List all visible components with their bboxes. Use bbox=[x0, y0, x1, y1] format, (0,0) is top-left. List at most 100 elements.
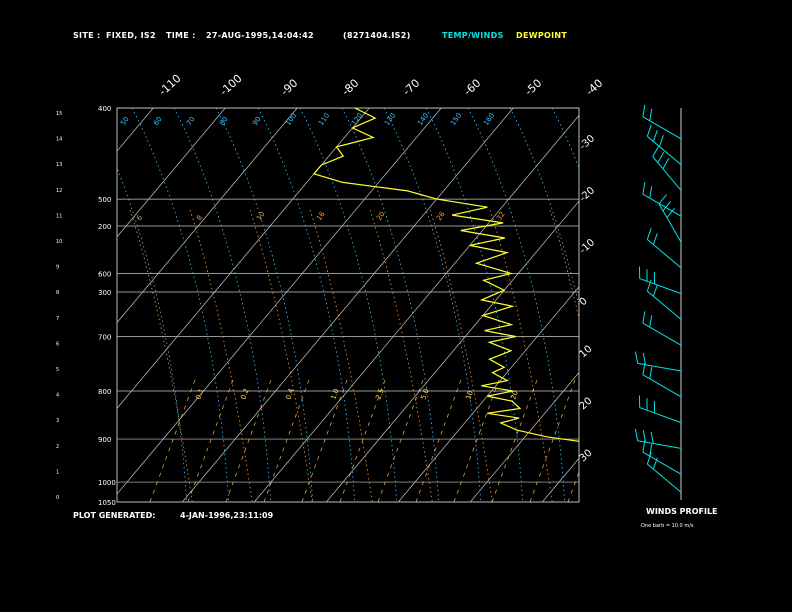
isotherm-line bbox=[0, 108, 81, 502]
skew-t-chart: 4005006007008009001000105020030015141312… bbox=[0, 72, 792, 507]
dry-adiabat-label: 150 bbox=[449, 112, 463, 128]
dry-adiabat-label: 50 bbox=[119, 115, 131, 127]
wind-barb-feather bbox=[662, 158, 670, 170]
mixing-ratio-label: 1.0 bbox=[329, 387, 340, 400]
dry-adiabat-line bbox=[594, 108, 691, 502]
pressure-tick-label: 200 bbox=[98, 223, 111, 231]
height-tick-label: 5 bbox=[56, 367, 59, 373]
pressure-tick-label: 900 bbox=[98, 436, 111, 444]
height-tick-label: 6 bbox=[56, 341, 59, 347]
mixing-ratio-label: 2.5 bbox=[374, 387, 385, 400]
height-tick-label: 3 bbox=[56, 418, 59, 424]
isotherm-line bbox=[117, 108, 154, 152]
pressure-tick-label: 800 bbox=[98, 388, 111, 396]
dry-adiabat-label: 110 bbox=[317, 112, 331, 128]
dry-adiabat-line bbox=[341, 108, 440, 502]
wind-barb-feather bbox=[649, 108, 653, 121]
dry-adiabat-label: 60 bbox=[152, 115, 164, 127]
wind-barb-feather bbox=[646, 452, 652, 465]
isotherm-line bbox=[542, 457, 579, 502]
isotherm-line bbox=[686, 108, 792, 502]
isotherm-top-label: -70 bbox=[400, 77, 422, 99]
moist-adiabat-label: 16 bbox=[315, 210, 327, 222]
moist-adiabat-line bbox=[249, 209, 313, 502]
isotherm-top-label: -50 bbox=[522, 77, 544, 99]
isotherm-line bbox=[117, 108, 298, 324]
dry-adiabat-label: 80 bbox=[218, 115, 230, 127]
plot-generated-label: PLOT GENERATED: bbox=[73, 511, 156, 520]
wind-barb-feather bbox=[649, 315, 653, 328]
isotherm-right-label: 20 bbox=[578, 396, 595, 413]
moist-adiabat-label: 32 bbox=[495, 210, 507, 222]
wind-barb-feather bbox=[642, 311, 646, 324]
dry-adiabat-line bbox=[257, 108, 356, 502]
isotherm-line bbox=[182, 108, 514, 502]
mixing-ratio-line bbox=[301, 379, 348, 502]
dry-adiabat-label: 130 bbox=[383, 112, 397, 128]
height-tick-label: 8 bbox=[56, 290, 59, 296]
wind-barb-feather bbox=[650, 431, 654, 444]
dry-adiabat-line bbox=[551, 108, 579, 169]
dewpoint-line bbox=[312, 108, 579, 443]
wind-barb bbox=[642, 451, 682, 475]
plot-generated-value: 4-JAN-1996,23:11:09 bbox=[180, 511, 274, 520]
temperature-line bbox=[681, 108, 700, 482]
isotherm-line bbox=[117, 108, 226, 238]
wind-barb bbox=[639, 407, 682, 424]
wind-barb-feather bbox=[658, 194, 667, 205]
isotherm-right-label: 10 bbox=[578, 344, 595, 361]
dry-adiabat-label: 140 bbox=[416, 112, 430, 128]
wind-barb bbox=[642, 374, 682, 398]
height-tick-label: 13 bbox=[56, 162, 62, 168]
wind-barb-feather bbox=[657, 152, 665, 164]
dry-adiabat-label: 90 bbox=[251, 115, 263, 127]
dry-adiabat-line bbox=[509, 108, 579, 308]
wind-barb bbox=[646, 290, 682, 320]
mixing-ratio-label: 0.1 bbox=[194, 387, 205, 400]
wind-barb-feather bbox=[658, 135, 664, 147]
pressure-tick-label: 400 bbox=[98, 105, 111, 113]
dry-adiabat-line bbox=[383, 108, 482, 502]
dry-adiabat-line bbox=[173, 108, 272, 502]
isotherm-line bbox=[758, 108, 792, 502]
dry-adiabat-label: 70 bbox=[185, 115, 197, 127]
wind-barb bbox=[639, 278, 682, 295]
isotherm-top-label: -60 bbox=[461, 77, 483, 99]
height-tick-label: 14 bbox=[56, 137, 62, 143]
wind-barb bbox=[646, 135, 682, 165]
moist-adiabat-label: 10 bbox=[255, 210, 267, 222]
isotherm-top-label: -40 bbox=[583, 77, 605, 99]
wind-barb-feather bbox=[652, 129, 658, 142]
dry-adiabat-line bbox=[467, 108, 566, 502]
isotherm-line bbox=[398, 286, 579, 502]
wind-barb-feather bbox=[646, 228, 652, 240]
mixing-ratio-line bbox=[225, 379, 272, 502]
wind-barb-feather bbox=[649, 366, 653, 379]
wind-barb-feather bbox=[649, 186, 653, 199]
isotherm-line bbox=[614, 108, 792, 502]
wind-barb-feather bbox=[652, 233, 658, 245]
wind-barb-feather bbox=[634, 351, 639, 364]
wind-barb-feather bbox=[652, 284, 658, 297]
wind-barb bbox=[642, 116, 682, 140]
isotherm-top-label: -110 bbox=[156, 72, 183, 98]
moist-adiabat-label: 6 bbox=[135, 213, 144, 222]
mixing-ratio-line bbox=[529, 379, 576, 502]
moist-adiabat-line bbox=[429, 209, 493, 502]
mixing-ratio-label: 0.4 bbox=[284, 387, 296, 401]
dry-adiabat-label: 120 bbox=[350, 112, 364, 128]
dry-adiabat-label: 160 bbox=[482, 112, 496, 128]
mixing-ratio-line bbox=[149, 379, 196, 502]
pressure-tick-label: 600 bbox=[98, 271, 111, 279]
wind-barb bbox=[646, 463, 682, 493]
wind-barb bbox=[642, 193, 682, 217]
isotherm-line bbox=[470, 372, 579, 502]
dry-adiabat-line bbox=[215, 108, 314, 502]
pressure-tick-label: 700 bbox=[98, 333, 111, 341]
wind-barb-feather bbox=[642, 104, 646, 117]
wind-barb-feather bbox=[652, 145, 660, 157]
isotherm-line bbox=[117, 108, 442, 495]
dry-adiabat-line bbox=[299, 108, 398, 502]
isotherm-right-label: -20 bbox=[578, 185, 598, 204]
height-tick-label: 1 bbox=[56, 469, 59, 475]
